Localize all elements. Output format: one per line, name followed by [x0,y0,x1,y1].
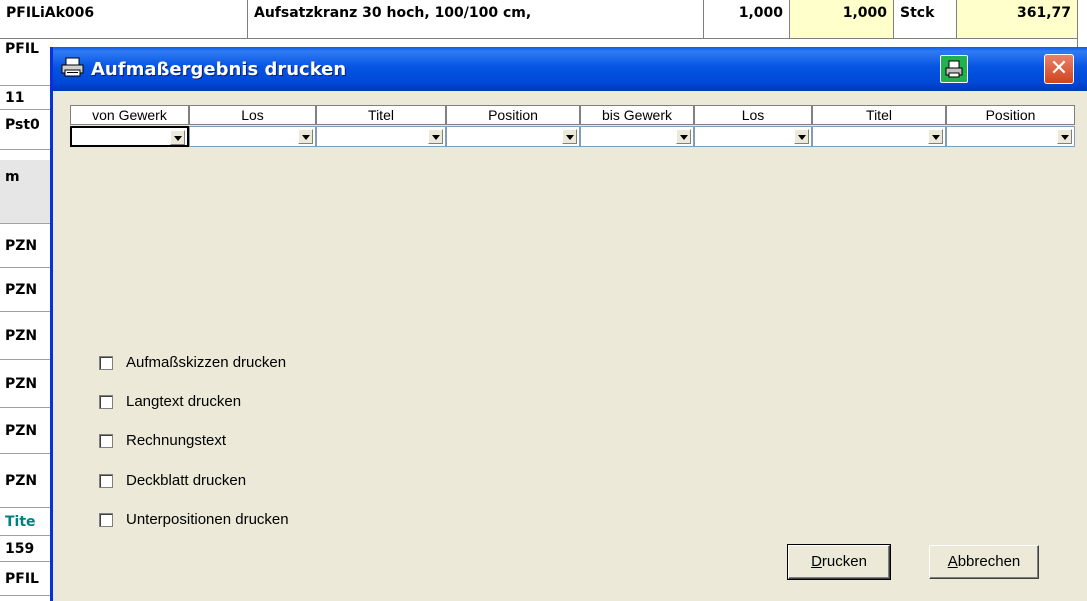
print-dialog: Aufmaßergebnis drucken ✕ von Gewerk Los … [50,47,1087,601]
left-cell[interactable]: PZN [0,268,50,312]
left-cell[interactable]: PZN [0,224,50,268]
column-header: Titel [812,105,946,125]
filter-grid-combos [70,126,1075,147]
von-titel-select[interactable] [316,126,446,147]
bis-titel-select[interactable] [812,126,946,147]
checkbox[interactable] [99,513,113,527]
printer-icon [61,57,84,77]
left-cell[interactable]: 159 [0,536,50,562]
checkbox-label[interactable]: Deckblatt drucken [126,472,246,489]
left-cell[interactable]: m [0,160,50,224]
cell-code[interactable]: PFILiAk006 [0,0,248,38]
column-header: Position [946,105,1075,125]
left-cell[interactable]: Tite [0,508,50,536]
checkbox[interactable] [99,474,113,488]
filter-grid-header: von Gewerk Los Titel Position bis Gewerk… [70,105,1075,125]
table-row[interactable]: PFILiAk006 Aufsatzkranz 30 hoch, 100/100… [0,0,1078,39]
bis-gewerk-select[interactable] [580,126,694,147]
chevron-down-icon[interactable] [676,129,691,144]
chevron-down-icon[interactable] [1057,129,1072,144]
cell-qty1[interactable]: 1,000 [704,0,790,38]
column-header: Los [694,105,812,125]
chevron-down-icon[interactable] [928,129,943,144]
column-header: bis Gewerk [580,105,694,125]
left-cell[interactable]: PFIL [0,38,50,86]
button-label: bbrechen [957,553,1021,570]
mnemonic: A [947,553,958,570]
close-icon: ✕ [1049,56,1069,81]
left-cell[interactable]: Pst0 [0,110,50,150]
cell-unit[interactable]: Stck [894,0,956,38]
dialog-title: Aufmaßergebnis drucken [91,59,347,80]
chevron-down-icon[interactable] [794,129,809,144]
left-cell[interactable]: PZN [0,360,50,408]
cell-description[interactable]: Aufsatzkranz 30 hoch, 100/100 cm, [248,0,704,38]
chevron-down-icon[interactable] [562,129,577,144]
checkbox[interactable] [99,395,113,409]
button-label: rucken [821,553,867,570]
bis-los-select[interactable] [694,126,812,147]
chevron-down-icon[interactable] [428,129,443,144]
print-button[interactable]: Drucken [787,544,891,580]
cell-qty2[interactable]: 1,000 [790,0,894,38]
close-button[interactable]: ✕ [1044,54,1074,84]
column-header: Titel [316,105,446,125]
chevron-down-icon[interactable] [298,129,313,144]
checkbox-label[interactable]: Langtext drucken [126,393,241,410]
checkbox[interactable] [99,356,113,370]
chevron-down-icon[interactable] [170,130,185,145]
cell-price[interactable]: 361,77 [956,0,1078,38]
cancel-button[interactable]: Abbrechen [929,545,1039,579]
printer-icon [945,60,963,78]
left-cell[interactable]: PZN [0,454,50,508]
checkbox-label[interactable]: Unterpositionen drucken [126,511,289,528]
checkbox-label[interactable]: Rechnungstext [126,432,226,449]
column-header: von Gewerk [70,105,189,125]
mnemonic: D [811,553,822,570]
left-cell[interactable]: PZN [0,408,50,454]
checkbox[interactable] [99,434,113,448]
title-bar[interactable]: Aufmaßergebnis drucken ✕ [53,47,1087,91]
print-icon-button[interactable] [940,55,968,83]
left-cell[interactable]: PFIL [0,562,50,596]
von-gewerk-select[interactable] [70,126,189,147]
checkbox-label[interactable]: Aufmaßskizzen drucken [126,354,286,371]
left-cell[interactable]: PZN [0,312,50,360]
column-header: Position [446,105,580,125]
left-cell[interactable]: 11 [0,86,50,110]
von-position-select[interactable] [446,126,580,147]
von-los-select[interactable] [189,126,316,147]
bis-position-select[interactable] [946,126,1075,147]
column-header: Los [189,105,316,125]
